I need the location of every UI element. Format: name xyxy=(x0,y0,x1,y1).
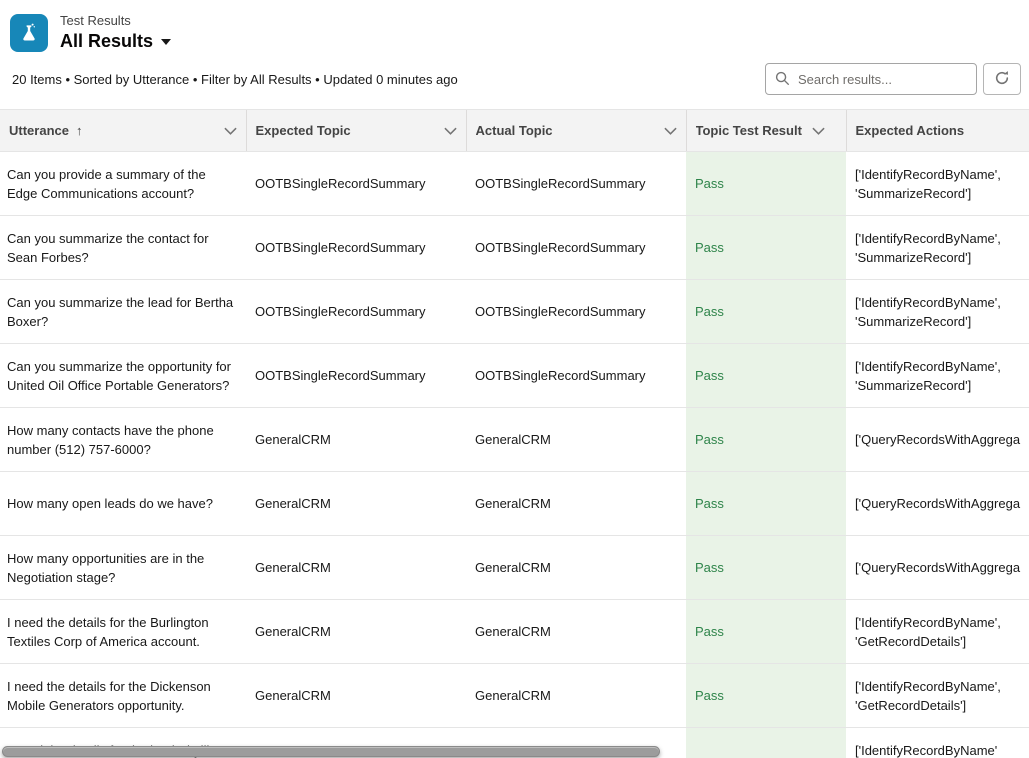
utterance-cell: How many open leads do we have? xyxy=(0,472,246,536)
topic-test-result-cell: Pass xyxy=(686,344,846,408)
expected-topic-cell: GeneralCRM xyxy=(246,600,466,664)
topic-test-result-cell: Pass xyxy=(686,664,846,728)
title-block: Test Results All Results xyxy=(60,12,171,53)
column-header-expected-actions[interactable]: Expected Actions xyxy=(846,110,1029,152)
expected-actions-cell: ['IdentifyRecordByName', 'GetRecordDetai… xyxy=(846,600,1029,664)
column-header-expected-topic[interactable]: Expected Topic xyxy=(246,110,466,152)
expected-topic-cell: OOTBSingleRecordSummary xyxy=(246,280,466,344)
horizontal-scrollbar-thumb[interactable] xyxy=(2,746,660,757)
chevron-down-icon[interactable] xyxy=(658,127,677,135)
actual-topic-cell: GeneralCRM xyxy=(466,600,686,664)
search-box xyxy=(765,63,977,95)
list-view-selector[interactable]: All Results xyxy=(60,29,171,53)
topic-test-result-cell: Pass xyxy=(686,472,846,536)
column-label: Actual Topic xyxy=(476,123,553,138)
column-label: Topic Test Result xyxy=(696,123,802,138)
expected-topic-cell: OOTBSingleRecordSummary xyxy=(246,216,466,280)
table-header-row: Utterance ↑ Expected Topic xyxy=(0,110,1029,152)
expected-actions-cell: ['IdentifyRecordByName', 'GetRecordDetai… xyxy=(846,664,1029,728)
column-label: Utterance xyxy=(9,123,69,138)
utterance-cell: How many contacts have the phone number … xyxy=(0,408,246,472)
utterance-cell: Can you summarize the contact for Sean F… xyxy=(0,216,246,280)
table-row[interactable]: I need the details for the Dickenson Mob… xyxy=(0,664,1029,728)
expected-actions-cell: ['QueryRecordsWithAggrega xyxy=(846,408,1029,472)
utterance-cell: How many opportunities are in the Negoti… xyxy=(0,536,246,600)
expected-actions-cell: ['IdentifyRecordByName', 'SummarizeRecor… xyxy=(846,216,1029,280)
expected-actions-cell: ['IdentifyRecordByName', 'SummarizeRecor… xyxy=(846,344,1029,408)
entity-label: Test Results xyxy=(60,12,171,29)
topic-test-result-cell: Pass xyxy=(686,600,846,664)
list-summary: 20 Items • Sorted by Utterance • Filter … xyxy=(12,72,458,87)
expected-actions-cell: ['QueryRecordsWithAggrega xyxy=(846,472,1029,536)
column-header-actual-topic[interactable]: Actual Topic xyxy=(466,110,686,152)
actual-topic-cell: GeneralCRM xyxy=(466,472,686,536)
sort-ascending-icon: ↑ xyxy=(76,123,83,138)
list-controls: 20 Items • Sorted by Utterance • Filter … xyxy=(0,59,1029,109)
actual-topic-cell: GeneralCRM xyxy=(466,664,686,728)
utterance-cell: I need the details for the Dickenson Mob… xyxy=(0,664,246,728)
topic-test-result-cell: Pass xyxy=(686,408,846,472)
expected-topic-cell: GeneralCRM xyxy=(246,472,466,536)
topic-test-result-cell: Pass xyxy=(686,536,846,600)
results-table-body: Can you provide a summary of the Edge Co… xyxy=(0,152,1029,758)
search-input[interactable] xyxy=(765,63,977,95)
refresh-icon xyxy=(994,70,1010,89)
results-table-container: Utterance ↑ Expected Topic xyxy=(0,109,1029,758)
caret-down-icon xyxy=(161,39,171,45)
expected-actions-cell: ['IdentifyRecordByName', 'SummarizeRecor… xyxy=(846,280,1029,344)
table-row[interactable]: How many opportunities are in the Negoti… xyxy=(0,536,1029,600)
column-label: Expected Topic xyxy=(256,123,351,138)
table-row[interactable]: Can you summarize the opportunity for Un… xyxy=(0,344,1029,408)
view-label: All Results xyxy=(60,29,153,53)
column-header-utterance[interactable]: Utterance ↑ xyxy=(0,110,246,152)
table-row[interactable]: Can you summarize the contact for Sean F… xyxy=(0,216,1029,280)
topic-test-result-cell xyxy=(686,728,846,758)
chevron-down-icon[interactable] xyxy=(802,127,825,135)
expected-actions-cell: ['IdentifyRecordByName' xyxy=(846,728,1029,758)
actual-topic-cell: OOTBSingleRecordSummary xyxy=(466,280,686,344)
table-row[interactable]: I need the details for the Burlington Te… xyxy=(0,600,1029,664)
utterance-cell: Can you provide a summary of the Edge Co… xyxy=(0,152,246,216)
table-row[interactable]: How many open leads do we have? GeneralC… xyxy=(0,472,1029,536)
topic-test-result-cell: Pass xyxy=(686,280,846,344)
actual-topic-cell: GeneralCRM xyxy=(466,536,686,600)
search-icon xyxy=(775,71,790,91)
utterance-cell: Can you summarize the opportunity for Un… xyxy=(0,344,246,408)
actual-topic-cell: OOTBSingleRecordSummary xyxy=(466,152,686,216)
expected-actions-cell: ['QueryRecordsWithAggrega xyxy=(846,536,1029,600)
topic-test-result-cell: Pass xyxy=(686,152,846,216)
refresh-button[interactable] xyxy=(983,63,1021,95)
expected-topic-cell: OOTBSingleRecordSummary xyxy=(246,344,466,408)
results-table: Utterance ↑ Expected Topic xyxy=(0,109,1029,758)
actual-topic-cell: OOTBSingleRecordSummary xyxy=(466,216,686,280)
topic-test-result-cell: Pass xyxy=(686,216,846,280)
table-row[interactable]: Can you summarize the lead for Bertha Bo… xyxy=(0,280,1029,344)
column-label: Expected Actions xyxy=(856,123,965,138)
table-row[interactable]: How many contacts have the phone number … xyxy=(0,408,1029,472)
actual-topic-cell: OOTBSingleRecordSummary xyxy=(466,344,686,408)
expected-actions-cell: ['IdentifyRecordByName', 'SummarizeRecor… xyxy=(846,152,1029,216)
chevron-down-icon[interactable] xyxy=(438,127,457,135)
column-header-topic-test-result[interactable]: Topic Test Result xyxy=(686,110,846,152)
expected-topic-cell: GeneralCRM xyxy=(246,664,466,728)
table-row[interactable]: Can you provide a summary of the Edge Co… xyxy=(0,152,1029,216)
actual-topic-cell: GeneralCRM xyxy=(466,408,686,472)
utterance-cell: I need the details for the Burlington Te… xyxy=(0,600,246,664)
expected-topic-cell: OOTBSingleRecordSummary xyxy=(246,152,466,216)
chevron-down-icon[interactable] xyxy=(218,127,237,135)
page-header: Test Results All Results xyxy=(0,0,1029,59)
expected-topic-cell: GeneralCRM xyxy=(246,408,466,472)
expected-topic-cell: GeneralCRM xyxy=(246,536,466,600)
flask-icon xyxy=(10,14,48,52)
controls-right xyxy=(765,63,1021,95)
utterance-cell: Can you summarize the lead for Bertha Bo… xyxy=(0,280,246,344)
